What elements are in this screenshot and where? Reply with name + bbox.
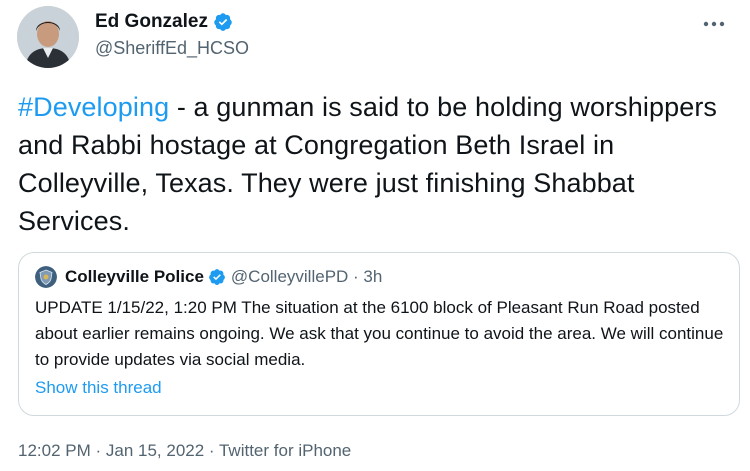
tweet-timestamp[interactable]: 12:02 PM · Jan 15, 2022 · Twitter for iP… xyxy=(18,441,351,461)
tweet-card: Ed Gonzalez @SheriffEd_HCSO #Developing … xyxy=(0,0,750,471)
author-name[interactable]: Ed Gonzalez xyxy=(95,11,208,33)
author-name-row: Ed Gonzalez xyxy=(95,10,249,34)
quoted-avatar[interactable] xyxy=(35,266,57,288)
quoted-handle-time[interactable]: @ColleyvillePD · 3h xyxy=(231,267,382,287)
author-avatar[interactable] xyxy=(17,6,79,68)
quoted-text: UPDATE 1/15/22, 1:20 PM The situation at… xyxy=(35,298,724,369)
show-thread-link[interactable]: Show this thread xyxy=(35,378,162,398)
hashtag-link[interactable]: #Developing xyxy=(18,92,169,122)
quoted-name[interactable]: Colleyville Police xyxy=(65,267,204,287)
verified-badge-icon xyxy=(208,268,226,286)
verified-badge-icon xyxy=(213,12,233,32)
tweet-text: #Developing - a gunman is said to be hol… xyxy=(18,88,738,240)
more-options-icon[interactable] xyxy=(700,14,728,34)
quoted-header: Colleyville Police @ColleyvillePD · 3h xyxy=(35,265,382,289)
quoted-tweet[interactable]: Colleyville Police @ColleyvillePD · 3h U… xyxy=(18,252,740,416)
police-badge-icon xyxy=(35,266,57,288)
author-avatar-image xyxy=(17,6,79,68)
author-block: Ed Gonzalez @SheriffEd_HCSO xyxy=(95,10,249,59)
author-handle[interactable]: @SheriffEd_HCSO xyxy=(95,38,249,59)
